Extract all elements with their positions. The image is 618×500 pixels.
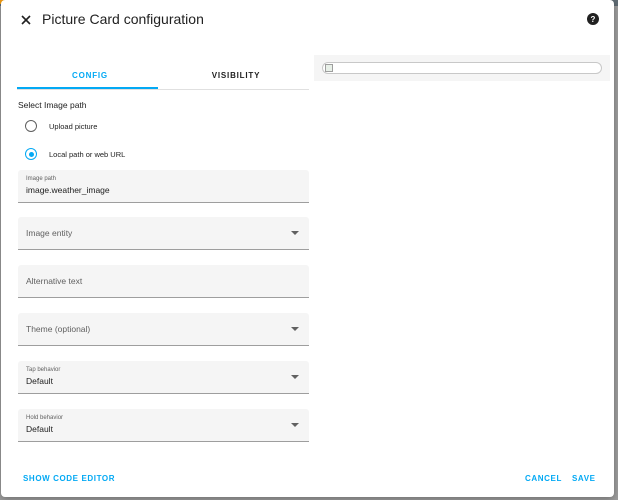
preview-image	[322, 62, 602, 74]
dropdown-arrow-icon	[291, 231, 299, 235]
tap-behavior-value: Default	[26, 376, 53, 386]
alternative-text-label: Alternative text	[26, 276, 83, 286]
help-button[interactable]: ?	[585, 11, 601, 27]
radio-upload-picture[interactable]: Upload picture	[25, 118, 97, 134]
dropdown-arrow-icon	[291, 423, 299, 427]
broken-image-icon	[325, 64, 333, 72]
tab-bar: CONFIG VISIBILITY	[17, 62, 309, 90]
hold-behavior-label: Hold behavior	[26, 415, 64, 421]
image-source-label: Select Image path	[18, 100, 87, 110]
image-path-field[interactable]: Image path image.weather_image	[18, 170, 309, 203]
radio-local-path-label: Local path or web URL	[49, 149, 126, 159]
close-icon	[21, 15, 31, 25]
dialog-title: Picture Card configuration	[42, 11, 204, 27]
radio-upload-picture-label: Upload picture	[49, 121, 98, 131]
tap-behavior-select[interactable]: Tap behavior Default	[18, 361, 309, 394]
theme-label: Theme (optional)	[26, 324, 91, 334]
dialog-header: Picture Card configuration ?	[1, 0, 614, 40]
save-button[interactable]: SAVE	[572, 474, 596, 483]
tap-behavior-label: Tap behavior	[26, 367, 61, 373]
alternative-text-field[interactable]: Alternative text	[18, 265, 309, 298]
help-circle-icon: ?	[587, 13, 599, 25]
radio-local-path[interactable]: Local path or web URL	[25, 146, 125, 162]
hold-behavior-value: Default	[26, 424, 53, 434]
card-preview	[314, 55, 610, 81]
image-entity-label: Image entity	[26, 228, 73, 238]
tabs-divider	[17, 89, 309, 90]
show-code-editor-button[interactable]: SHOW CODE EDITOR	[23, 474, 115, 483]
dropdown-arrow-icon	[291, 327, 299, 331]
radio-button-unchecked[interactable]	[25, 120, 37, 132]
svg-text:?: ?	[591, 15, 596, 24]
image-path-label: Image path	[26, 176, 57, 182]
theme-select[interactable]: Theme (optional)	[18, 313, 309, 346]
close-button[interactable]	[15, 9, 37, 31]
tab-config[interactable]: CONFIG	[17, 62, 163, 88]
cancel-button[interactable]: CANCEL	[525, 474, 562, 483]
dropdown-arrow-icon	[291, 375, 299, 379]
radio-button-checked[interactable]	[25, 148, 37, 160]
image-entity-select[interactable]: Image entity	[18, 217, 309, 250]
image-path-value: image.weather_image	[26, 185, 110, 195]
hold-behavior-select[interactable]: Hold behavior Default	[18, 409, 309, 442]
card-config-dialog: Picture Card configuration ? CONFIG VISI…	[1, 0, 614, 497]
tab-visibility[interactable]: VISIBILITY	[163, 62, 309, 88]
